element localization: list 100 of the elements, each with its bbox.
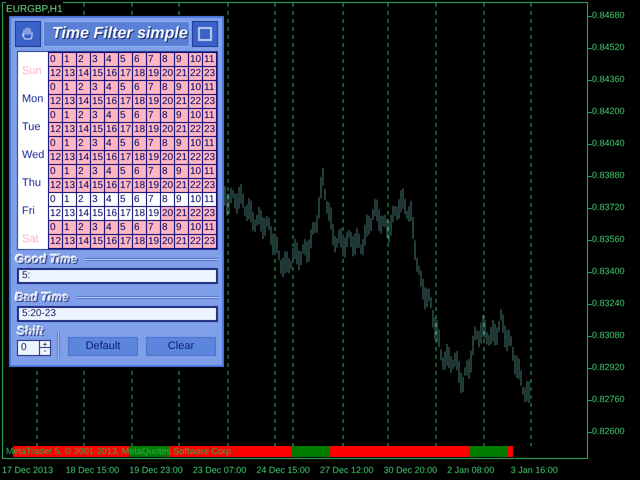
hour-cell[interactable]: 2 xyxy=(77,81,90,94)
hour-cell[interactable]: 8 xyxy=(161,109,174,122)
hour-cell[interactable]: 0 xyxy=(49,137,62,150)
hour-cell[interactable]: 18 xyxy=(133,123,146,136)
hour-cell[interactable]: 10 xyxy=(189,221,202,234)
hour-cell[interactable]: 23 xyxy=(203,179,216,192)
hour-cell[interactable]: 19 xyxy=(147,151,160,164)
hour-cell[interactable]: 21 xyxy=(175,123,188,136)
hour-cell[interactable]: 1 xyxy=(63,221,76,234)
bad-time-field[interactable]: 5:20-23 xyxy=(17,306,218,322)
hour-cell[interactable]: 0 xyxy=(49,53,62,66)
hour-cell[interactable]: 0 xyxy=(49,221,62,234)
hour-cell[interactable]: 19 xyxy=(147,179,160,192)
hour-cell[interactable]: 16 xyxy=(105,123,118,136)
hour-cell[interactable]: 16 xyxy=(105,151,118,164)
hour-cell[interactable]: 15 xyxy=(91,95,104,108)
hour-cell[interactable]: 21 xyxy=(175,67,188,80)
increment-button[interactable]: + xyxy=(40,341,50,348)
hour-cell[interactable]: 14 xyxy=(77,123,90,136)
hour-cell[interactable]: 13 xyxy=(63,235,76,248)
hour-cell[interactable]: 20 xyxy=(161,151,174,164)
clear-button[interactable]: Clear xyxy=(146,337,216,356)
hour-cell[interactable]: 5 xyxy=(119,193,132,206)
hour-cell[interactable]: 1 xyxy=(63,81,76,94)
hour-cell[interactable]: 23 xyxy=(203,95,216,108)
hour-cell[interactable]: 20 xyxy=(161,95,174,108)
hour-cell[interactable]: 18 xyxy=(133,95,146,108)
hour-cell[interactable]: 12 xyxy=(49,207,62,220)
hour-cell[interactable]: 21 xyxy=(175,207,188,220)
hour-cell[interactable]: 22 xyxy=(189,207,202,220)
hour-cell[interactable]: 18 xyxy=(133,207,146,220)
hour-cell[interactable]: 3 xyxy=(91,165,104,178)
hour-cell[interactable]: 8 xyxy=(161,165,174,178)
hand-icon[interactable] xyxy=(15,21,41,47)
hour-cell[interactable]: 5 xyxy=(119,53,132,66)
hour-cell[interactable]: 4 xyxy=(105,109,118,122)
hour-cell[interactable]: 13 xyxy=(63,67,76,80)
hour-cell[interactable]: 15 xyxy=(91,123,104,136)
hour-cell[interactable]: 7 xyxy=(147,137,160,150)
hour-cell[interactable]: 18 xyxy=(133,151,146,164)
shift-spinner[interactable]: 0 + - xyxy=(17,340,51,356)
hour-cell[interactable]: 21 xyxy=(175,179,188,192)
hour-cell[interactable]: 10 xyxy=(189,53,202,66)
hour-cell[interactable]: 23 xyxy=(203,151,216,164)
hour-cell[interactable]: 8 xyxy=(161,193,174,206)
hour-cell[interactable]: 4 xyxy=(105,221,118,234)
hour-cell[interactable]: 15 xyxy=(91,207,104,220)
hour-cell[interactable]: 6 xyxy=(133,221,146,234)
hour-cell[interactable]: 14 xyxy=(77,151,90,164)
hour-cell[interactable]: 16 xyxy=(105,207,118,220)
hour-cell[interactable]: 10 xyxy=(189,109,202,122)
hour-cell[interactable]: 2 xyxy=(77,221,90,234)
hour-cell[interactable]: 7 xyxy=(147,165,160,178)
hour-cell[interactable]: 11 xyxy=(203,137,216,150)
hour-cell[interactable]: 8 xyxy=(161,53,174,66)
hour-cell[interactable]: 9 xyxy=(175,165,188,178)
hour-cell[interactable]: 22 xyxy=(189,151,202,164)
hour-cell[interactable]: 9 xyxy=(175,137,188,150)
hour-cell[interactable]: 6 xyxy=(133,193,146,206)
hour-cell[interactable]: 7 xyxy=(147,53,160,66)
hour-cell[interactable]: 17 xyxy=(119,207,132,220)
hour-cell[interactable]: 7 xyxy=(147,221,160,234)
hour-cell[interactable]: 15 xyxy=(91,67,104,80)
hour-cell[interactable]: 22 xyxy=(189,123,202,136)
hour-cell[interactable]: 14 xyxy=(77,67,90,80)
hour-cell[interactable]: 3 xyxy=(91,221,104,234)
hour-cell[interactable]: 12 xyxy=(49,151,62,164)
hour-cell[interactable]: 17 xyxy=(119,95,132,108)
hour-cell[interactable]: 8 xyxy=(161,81,174,94)
hour-cell[interactable]: 11 xyxy=(203,53,216,66)
hour-cell[interactable]: 23 xyxy=(203,207,216,220)
hour-cell[interactable]: 14 xyxy=(77,179,90,192)
hour-cell[interactable]: 6 xyxy=(133,81,146,94)
hour-cell[interactable]: 23 xyxy=(203,67,216,80)
hour-cell[interactable]: 6 xyxy=(133,137,146,150)
hour-cell[interactable]: 2 xyxy=(77,193,90,206)
hour-cell[interactable]: 0 xyxy=(49,193,62,206)
hour-cell[interactable]: 2 xyxy=(77,165,90,178)
hour-cell[interactable]: 9 xyxy=(175,53,188,66)
hour-cell[interactable]: 0 xyxy=(49,165,62,178)
hour-cell[interactable]: 21 xyxy=(175,151,188,164)
hour-cell[interactable]: 16 xyxy=(105,179,118,192)
hour-cell[interactable]: 12 xyxy=(49,67,62,80)
hour-cell[interactable]: 3 xyxy=(91,137,104,150)
hour-cell[interactable]: 12 xyxy=(49,179,62,192)
hour-cell[interactable]: 1 xyxy=(63,53,76,66)
hour-cell[interactable]: 23 xyxy=(203,123,216,136)
hour-cell[interactable]: 11 xyxy=(203,193,216,206)
hour-cell[interactable]: 13 xyxy=(63,179,76,192)
hour-cell[interactable]: 3 xyxy=(91,193,104,206)
hour-cell[interactable]: 23 xyxy=(203,235,216,248)
hour-cell[interactable]: 16 xyxy=(105,235,118,248)
default-button[interactable]: Default xyxy=(68,337,138,356)
hour-cell[interactable]: 18 xyxy=(133,67,146,80)
hour-cell[interactable]: 20 xyxy=(161,207,174,220)
hour-cell[interactable]: 21 xyxy=(175,95,188,108)
hour-cell[interactable]: 11 xyxy=(203,221,216,234)
hour-cell[interactable]: 9 xyxy=(175,221,188,234)
hour-cell[interactable]: 6 xyxy=(133,53,146,66)
hour-cell[interactable]: 1 xyxy=(63,137,76,150)
